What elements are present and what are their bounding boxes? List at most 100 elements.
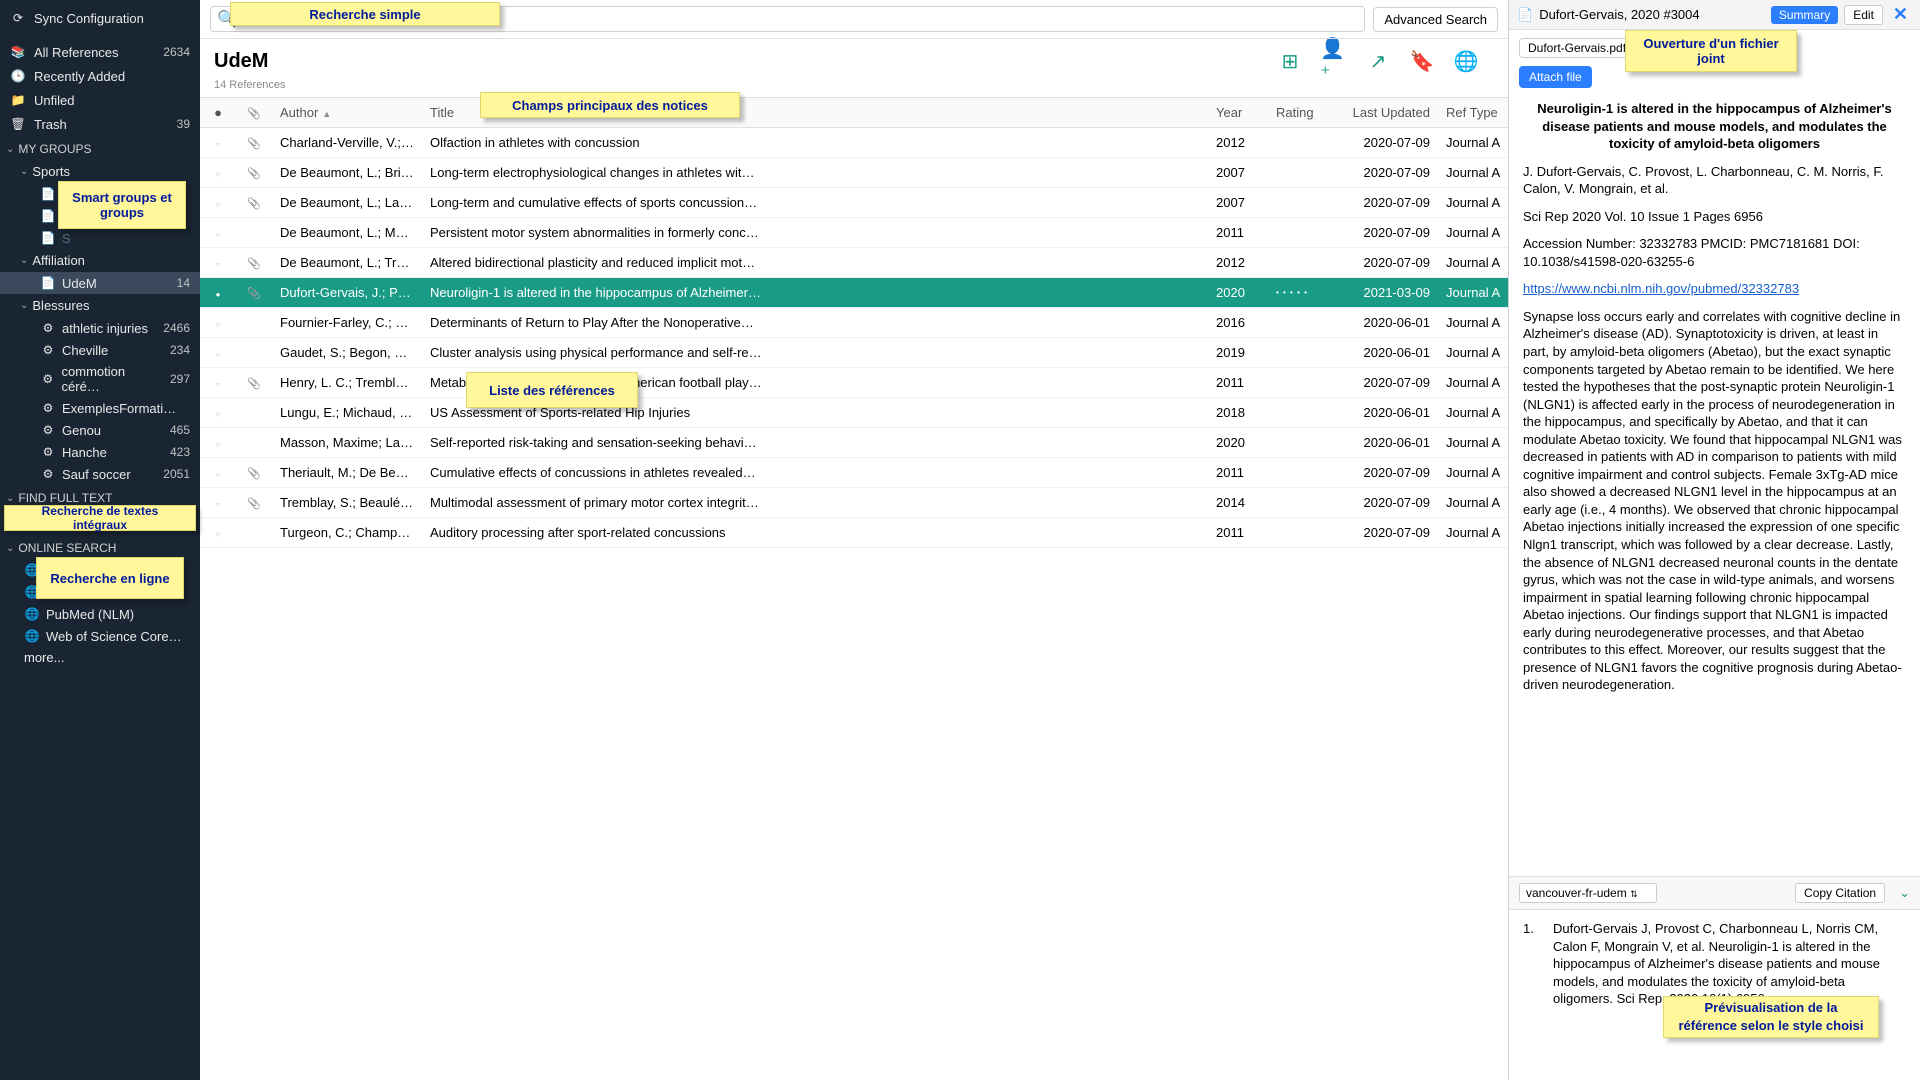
attachment-cell[interactable]	[236, 128, 272, 157]
rating-cell[interactable]	[1268, 436, 1338, 450]
attachment-cell[interactable]	[236, 226, 272, 240]
read-status[interactable]	[200, 488, 236, 517]
read-status[interactable]	[200, 458, 236, 487]
table-row[interactable]: Theriault, M.; De Beau…Cumulative effect…	[200, 458, 1508, 488]
group-blessures[interactable]: ⌄Blessures	[0, 294, 200, 317]
new-reference-icon[interactable]: ⊞	[1276, 47, 1304, 75]
group-hidden-3[interactable]: 📄S	[0, 227, 200, 249]
recently-added[interactable]: 🕒Recently Added	[0, 64, 200, 88]
trash[interactable]: 🗑Trash39	[0, 112, 200, 136]
find-reference-icon[interactable]: 🔖	[1408, 47, 1436, 75]
col-read[interactable]: ●	[200, 98, 236, 127]
unfiled[interactable]: 📁Unfiled	[0, 88, 200, 112]
rating-cell[interactable]	[1268, 376, 1338, 390]
attachment-cell[interactable]	[236, 436, 272, 450]
rating-cell[interactable]	[1268, 226, 1338, 240]
rating-cell[interactable]	[1268, 166, 1338, 180]
attachment-cell[interactable]	[236, 158, 272, 187]
summary-button[interactable]: Summary	[1771, 6, 1838, 24]
online-search-header[interactable]: ⌄ONLINE SEARCH	[0, 535, 200, 559]
table-row[interactable]: Turgeon, C.; Champo…Auditory processing …	[200, 518, 1508, 548]
read-status[interactable]	[200, 218, 236, 247]
attach-file-button[interactable]: Attach file	[1519, 66, 1592, 88]
export-icon[interactable]: ↗	[1364, 47, 1392, 75]
read-status[interactable]	[200, 338, 236, 367]
attachment-cell[interactable]	[236, 488, 272, 517]
table-row[interactable]: Masson, Maxime; Lam…Self-reported risk-t…	[200, 428, 1508, 458]
web-icon[interactable]: 🌐	[1452, 47, 1480, 75]
table-row[interactable]: De Beaumont, L.; Mon…Persistent motor sy…	[200, 218, 1508, 248]
all-references[interactable]: 📚All References2634	[0, 40, 200, 64]
rating-cell[interactable]	[1268, 136, 1338, 150]
attachment-cell[interactable]	[236, 248, 272, 277]
read-status[interactable]	[200, 368, 236, 397]
close-icon[interactable]: ✕	[1889, 4, 1912, 25]
read-status[interactable]	[200, 188, 236, 217]
rating-cell[interactable]	[1268, 196, 1338, 210]
attachment-cell[interactable]	[236, 406, 272, 420]
table-row[interactable]: Charland-Verville, V.;…Olfaction in athl…	[200, 128, 1508, 158]
advanced-search-button[interactable]: Advanced Search	[1373, 7, 1498, 32]
rating-cell[interactable]	[1268, 316, 1338, 330]
group-genou[interactable]: ⚙Genou465	[0, 419, 200, 441]
col-updated[interactable]: Last Updated	[1338, 98, 1438, 127]
group-athletic[interactable]: ⚙athletic injuries2466	[0, 317, 200, 339]
attachment-cell[interactable]	[236, 346, 272, 360]
table-row[interactable]: Henry, L. C.; Tremblay,…Metabolic change…	[200, 368, 1508, 398]
table-row[interactable]: Fournier-Farley, C.; La…Determinants of …	[200, 308, 1508, 338]
read-status[interactable]	[200, 248, 236, 277]
share-group-icon[interactable]: 👤⁺	[1320, 47, 1348, 75]
col-attachment[interactable]	[236, 98, 272, 127]
attachment-cell[interactable]	[236, 316, 272, 330]
read-status[interactable]	[200, 128, 236, 157]
rating-cell[interactable]	[1268, 496, 1338, 510]
reference-link[interactable]: https://www.ncbi.nlm.nih.gov/pubmed/3233…	[1523, 280, 1906, 298]
attachment-cell[interactable]	[236, 188, 272, 217]
online-wos[interactable]: 🌐Web of Science Core…	[0, 625, 200, 647]
sync-config[interactable]: ⟳Sync Configuration	[0, 6, 200, 30]
online-pubmed[interactable]: 🌐PubMed (NLM)	[0, 603, 200, 625]
rating-cell[interactable]: • • • • •	[1268, 281, 1338, 304]
col-author[interactable]: Author▲	[272, 98, 422, 127]
edit-button[interactable]: Edit	[1844, 5, 1883, 25]
group-commotion[interactable]: ⚙commotion céré…297	[0, 361, 200, 397]
type-cell: Journal A	[1438, 428, 1508, 457]
read-status[interactable]	[200, 308, 236, 337]
online-more[interactable]: more...	[0, 647, 200, 668]
group-sauf[interactable]: ⚙Sauf soccer2051	[0, 463, 200, 485]
rating-cell[interactable]	[1268, 256, 1338, 270]
table-row[interactable]: Dufort-Gervais, J.; Pro…Neuroligin-1 is …	[200, 278, 1508, 308]
read-status[interactable]	[200, 278, 236, 307]
my-groups-header[interactable]: ⌄MY GROUPS	[0, 136, 200, 160]
attachment-cell[interactable]	[236, 278, 272, 307]
rating-cell[interactable]	[1268, 346, 1338, 360]
attachment-cell[interactable]	[236, 458, 272, 487]
group-affiliation[interactable]: ⌄Affiliation	[0, 249, 200, 272]
col-year[interactable]: Year	[1208, 98, 1268, 127]
table-row[interactable]: De Beaumont, L.; Tre…Altered bidirection…	[200, 248, 1508, 278]
read-status[interactable]	[200, 428, 236, 457]
col-rating[interactable]: Rating	[1268, 98, 1338, 127]
read-status[interactable]	[200, 518, 236, 547]
citation-style-select[interactable]: vancouver-fr-udem ⇅	[1519, 883, 1657, 903]
table-row[interactable]: Lungu, E.; Michaud, J.…US Assessment of …	[200, 398, 1508, 428]
group-hanche[interactable]: ⚙Hanche423	[0, 441, 200, 463]
group-udem[interactable]: 📄UdeM14	[0, 272, 200, 294]
table-row[interactable]: De Beaumont, L.; Bris…Long-term electrop…	[200, 158, 1508, 188]
copy-citation-button[interactable]: Copy Citation	[1795, 883, 1885, 903]
attachment-cell[interactable]	[236, 526, 272, 540]
attachment-cell[interactable]	[236, 368, 272, 397]
table-row[interactable]: Tremblay, S.; Beaulé,…Multimodal assessm…	[200, 488, 1508, 518]
chevron-down-icon[interactable]: ⌄	[1899, 885, 1910, 901]
group-exemples[interactable]: ⚙ExemplesFormati…	[0, 397, 200, 419]
col-type[interactable]: Ref Type	[1438, 98, 1508, 127]
rating-cell[interactable]	[1268, 406, 1338, 420]
table-row[interactable]: De Beaumont, L.; Lass…Long-term and cumu…	[200, 188, 1508, 218]
table-row[interactable]: Gaudet, S.; Begon, M.;…Cluster analysis …	[200, 338, 1508, 368]
group-sports[interactable]: ⌄Sports	[0, 160, 200, 183]
read-status[interactable]	[200, 158, 236, 187]
read-status[interactable]	[200, 398, 236, 427]
group-cheville[interactable]: ⚙Cheville234	[0, 339, 200, 361]
rating-cell[interactable]	[1268, 466, 1338, 480]
rating-cell[interactable]	[1268, 526, 1338, 540]
